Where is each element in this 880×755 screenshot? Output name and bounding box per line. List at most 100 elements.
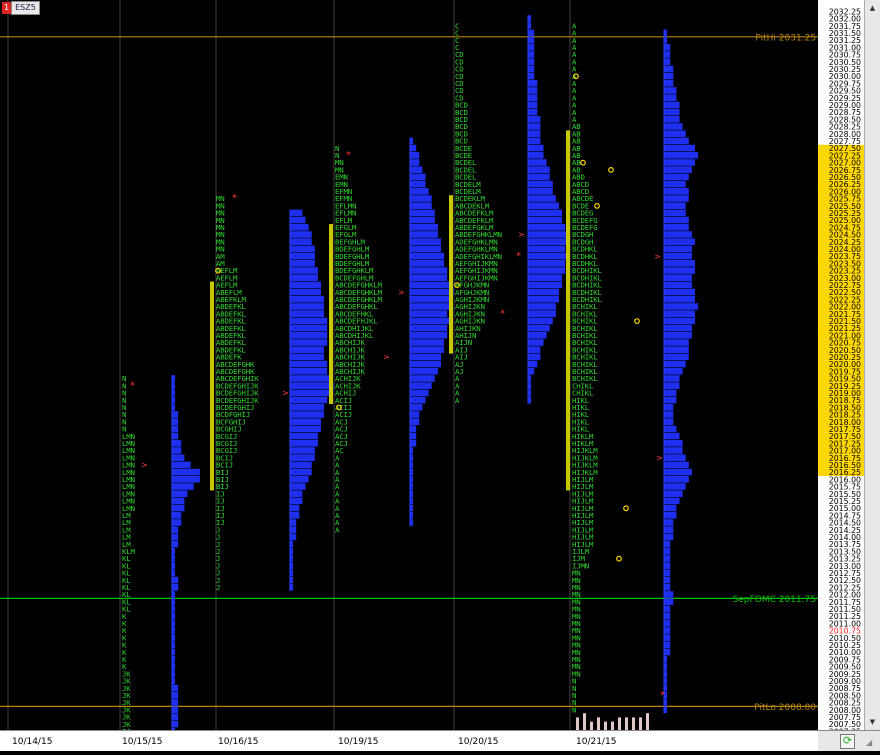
volume-bar [290, 310, 324, 317]
volume-bar [664, 512, 676, 519]
close-arrow-marker: > [654, 252, 661, 261]
volume-bar [172, 505, 184, 512]
volume-bar [172, 469, 200, 476]
volume-bar [528, 361, 537, 368]
volume-bar [528, 102, 537, 109]
volume-bar [172, 721, 178, 728]
volume-bar [664, 339, 689, 346]
chart-symbol-badge[interactable]: 1 ESZ5 [2, 2, 40, 14]
volume-bar [664, 274, 692, 281]
volume-bar [528, 274, 562, 281]
reference-line-label: SepFOMC 2011.75 [733, 595, 816, 605]
volume-histogram-bar [604, 722, 607, 730]
close-arrow-marker: > [656, 453, 663, 462]
volume-bar [664, 476, 689, 483]
volume-bar [410, 267, 447, 274]
volume-bar [664, 526, 673, 533]
volume-bar [664, 109, 680, 116]
volume-bar [664, 260, 695, 267]
volume-bar [664, 570, 670, 577]
price-axis[interactable]: 2032.252032.002031.752031.502031.252031.… [818, 0, 864, 730]
volume-bar [664, 375, 680, 382]
volume-bar [290, 390, 330, 397]
volume-bar [528, 202, 559, 209]
vertical-scrollbar[interactable]: ▲ ▼ [864, 0, 880, 730]
volume-bar [172, 483, 194, 490]
volume-bar [664, 469, 692, 476]
volume-bar [410, 174, 426, 181]
volume-bar [290, 274, 318, 281]
volume-bar [290, 382, 333, 389]
volume-bar [410, 238, 441, 245]
volume-bar [410, 188, 429, 195]
resize-grip-icon[interactable]: ◢ [866, 738, 872, 747]
volume-bar [290, 426, 321, 433]
chevron-down-icon[interactable]: ▼ [867, 717, 878, 727]
volume-bar [290, 231, 312, 238]
volume-bar [172, 519, 181, 526]
close-arrow-marker: > [282, 389, 289, 398]
volume-bar [664, 195, 689, 202]
volume-bar [664, 447, 683, 454]
volume-bar [664, 202, 686, 209]
volume-bar [172, 490, 188, 497]
volume-bar [290, 454, 315, 461]
date-axis[interactable]: 10/14/1510/15/1510/16/1510/19/1510/20/15… [0, 730, 818, 751]
volume-bar [528, 94, 537, 101]
volume-bar [290, 505, 299, 512]
volume-bar [410, 181, 426, 188]
volume-bar [410, 382, 432, 389]
volume-bar [410, 433, 416, 440]
volume-histogram-bar [625, 717, 628, 730]
window-number: 1 [2, 2, 11, 14]
close-arrow-marker: > [398, 288, 405, 297]
reference-line-label: PitLo 2008.00 [754, 703, 816, 713]
volume-bar [528, 267, 565, 274]
volume-bar [664, 282, 692, 289]
volume-bar [410, 202, 432, 209]
volume-bar [290, 210, 302, 217]
volume-bar [410, 310, 447, 317]
volume-bar [290, 498, 302, 505]
volume-bar [290, 260, 315, 267]
volume-bar [410, 418, 419, 425]
volume-bar [528, 195, 556, 202]
date-label: 10/14/15 [12, 737, 52, 747]
close-arrow-marker: > [518, 230, 525, 239]
volume-bar [664, 505, 676, 512]
refresh-icon[interactable]: ⟳ [840, 734, 855, 749]
volume-bar [664, 548, 670, 555]
volume-bar [290, 296, 324, 303]
volume-bar [664, 66, 673, 73]
volume-bar [664, 224, 689, 231]
volume-bar [172, 692, 178, 699]
volume-bar [528, 303, 556, 310]
volume-bar [290, 224, 309, 231]
volume-bar [172, 447, 181, 454]
volume-bar [664, 346, 689, 353]
volume-bar [172, 454, 184, 461]
volume-bar [664, 145, 695, 152]
volume-bar [410, 426, 416, 433]
volume-bar [172, 584, 178, 591]
volume-bar [528, 210, 562, 217]
volume-bar [528, 231, 568, 238]
volume-bar [410, 339, 444, 346]
volume-bar [410, 274, 447, 281]
volume-bar [410, 210, 435, 217]
volume-bar [528, 44, 534, 51]
volume-bar [664, 210, 686, 217]
chevron-up-icon[interactable]: ▲ [867, 3, 878, 13]
volume-bar [528, 238, 568, 245]
volume-bar [664, 606, 670, 613]
volume-bar [664, 332, 692, 339]
volume-bar [664, 51, 670, 58]
volume-bar [528, 30, 534, 37]
volume-bar [664, 267, 695, 274]
market-profile-chart[interactable]: PitHi 2031.25SepFOMC 2011.75PitLo 2008.0… [0, 0, 880, 750]
volume-bar [410, 296, 450, 303]
price-axis-labels: 2032.252032.002031.752031.502031.252031.… [818, 0, 864, 730]
volume-bar [290, 289, 321, 296]
volume-bar [410, 325, 447, 332]
volume-bar [410, 289, 453, 296]
